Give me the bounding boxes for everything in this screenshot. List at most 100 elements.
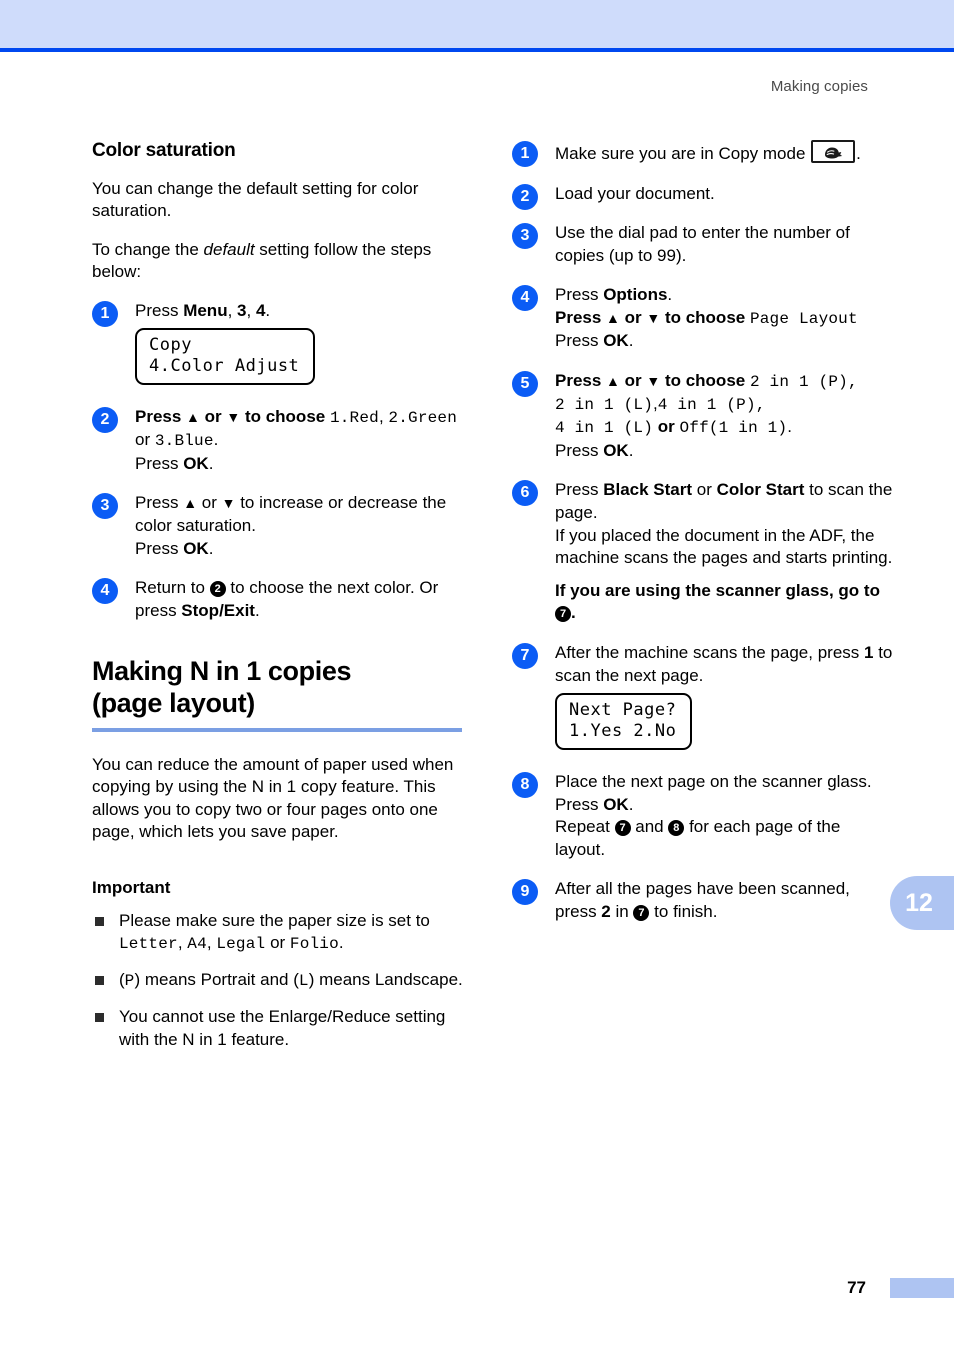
list-item: (P) means Portrait and (L) means Landsca…	[92, 969, 464, 992]
lcd-line-1: Next Page?	[569, 700, 677, 721]
step-line: Press Options.	[555, 284, 894, 307]
list-item: You cannot use the Enlarge/Reduce settin…	[92, 1006, 464, 1051]
step-reference-circle: 7	[555, 606, 571, 623]
lcd-option-red: 1.Red	[329, 409, 379, 428]
chapter-heading-block: Making N in 1 copies (page layout)	[92, 656, 464, 733]
text-fragment: or	[619, 370, 647, 390]
key-label-ok: OK	[603, 440, 629, 460]
up-arrow-icon: ▲	[183, 495, 198, 512]
step-line: If you placed the document in the ADF, t…	[555, 525, 893, 568]
step-badge: 4	[92, 578, 118, 605]
text-fragment: .	[628, 331, 634, 351]
lcd-line-2: 1.Yes 2.No	[569, 720, 677, 741]
down-arrow-icon: ▼	[646, 310, 661, 327]
text-fragment: Press	[135, 493, 184, 513]
text-fragment: ,	[378, 407, 389, 427]
paper-size-legal: Legal	[216, 935, 266, 954]
running-head: Making copies	[770, 78, 868, 95]
step-badge: 3	[92, 493, 118, 520]
text-fragment: Press	[555, 794, 604, 814]
page-number: 77	[847, 1278, 866, 1297]
step-line: or 3.Blue.	[135, 429, 464, 452]
step-right-2: 2 Load your document.	[512, 183, 894, 210]
text-fragment: Please make sure the paper size is set t…	[119, 910, 430, 930]
step-right-8: 8 Place the next page on the scanner gla…	[512, 771, 894, 861]
step-line: Press OK.	[555, 440, 894, 463]
step-reference-circle: 7	[614, 820, 631, 837]
text-fragment: Press	[135, 538, 184, 558]
text-fragment: Press	[135, 453, 184, 473]
key-label-2: 2	[601, 902, 611, 922]
step-line: Press OK.	[555, 794, 894, 817]
step-text: Load your document.	[555, 183, 715, 203]
text-fragment: Press	[555, 285, 604, 305]
lcd-option-4in1-l: 4 in 1 (L)	[555, 419, 654, 438]
key-label-ok: OK	[183, 453, 209, 473]
text-fragment: .	[571, 603, 576, 623]
text-fragment: .	[787, 417, 793, 437]
up-arrow-icon: ▲	[606, 372, 620, 389]
text-fragment: After the machine scans the page, press	[555, 642, 865, 662]
step-text: Press Options. Press ▲ or ▼ to choose Pa…	[555, 284, 894, 352]
page-number-bar	[890, 1278, 954, 1298]
text-fragment: .	[856, 144, 861, 163]
step-right-1: 1 Make sure you are in Copy mode .	[512, 140, 894, 167]
step-line: Repeat 7 and 8 for each page of the layo…	[555, 816, 894, 861]
step-badge: 7	[512, 642, 538, 669]
text-fragment: .	[213, 430, 219, 450]
step-text: Press ▲ or ▼ to increase or decrease the…	[135, 492, 464, 560]
text-fragment: Press	[135, 407, 187, 427]
key-label-menu: Menu	[183, 300, 228, 320]
lcd-line-2: 4.Color Adjust	[149, 355, 300, 376]
up-arrow-icon: ▲	[606, 310, 620, 327]
key-label-ok: OK	[603, 794, 629, 814]
lcd-option-green: 2.Green	[388, 409, 458, 428]
lcd-option-2in1-p: 2 in 1 (P),	[749, 372, 858, 391]
text-fragment: Repeat	[555, 817, 615, 837]
lcd-line-1: Copy	[149, 335, 192, 356]
step-badge: 2	[92, 407, 118, 434]
chapter-heading-line-2: (page layout)	[92, 688, 255, 719]
text-fragment: .	[628, 794, 634, 814]
step-text: After all the pages have been scanned, p…	[555, 878, 894, 923]
lcd-option-off-1in1: Off(1 in 1)	[679, 419, 788, 438]
orientation-code-p: P	[124, 972, 135, 991]
step-left-2: 2 Press ▲ or ▼ to choose 1.Red, 2.Green …	[92, 406, 464, 475]
paper-size-letter: Letter	[119, 935, 178, 954]
step-text: Place the next page on the scanner glass…	[555, 771, 894, 861]
instruction-lead-paragraph: To change the default setting follow the…	[92, 239, 464, 284]
text-fragment: or	[692, 480, 717, 500]
step-line: Press Menu, 3, 4.	[135, 300, 464, 323]
text-fragment: Press	[555, 440, 604, 460]
text-fragment: .	[338, 933, 344, 953]
page-top-band	[0, 0, 954, 48]
step-text: Make sure you are in Copy mode .	[555, 140, 894, 166]
list-item: Please make sure the paper size is set t…	[92, 910, 464, 956]
step-right-9: 9 After all the pages have been scanned,…	[512, 878, 894, 923]
text-fragment: Press	[555, 308, 607, 328]
text-fragment: ,	[246, 300, 256, 320]
step-right-7: 7 After the machine scans the page, pres…	[512, 642, 894, 754]
text-fragment: ,	[177, 933, 188, 953]
step-text: After the machine scans the page, press …	[555, 642, 894, 754]
step-line: Press OK.	[135, 453, 464, 476]
important-bullet-list: Please make sure the paper size is set t…	[92, 910, 464, 1052]
chapter-heading-line-1: Making N in 1 copies	[92, 656, 352, 687]
step-text: Press Black Start or Color Start to scan…	[555, 479, 894, 625]
text-fragment: ) means Portrait and (	[134, 970, 299, 990]
step-badge: 1	[92, 300, 118, 327]
key-label-ok: OK	[183, 538, 209, 558]
text-fragment: Return to	[135, 578, 210, 598]
step-reference-circle: 7	[633, 905, 650, 922]
text-fragment: to choose	[660, 370, 750, 390]
step-line: 2 in 1 (L),4 in 1 (P),	[555, 393, 894, 416]
step-line: 4 in 1 (L) or Off(1 in 1).	[555, 416, 894, 439]
step-text: Return to 2 to choose the next color. Or…	[135, 577, 464, 622]
step-line: Press OK.	[555, 330, 894, 353]
key-label-4: 4	[255, 300, 266, 320]
down-arrow-icon: ▼	[226, 409, 241, 426]
chapter-intro-paragraph: You can reduce the amount of paper used …	[92, 755, 454, 842]
step-badge: 3	[512, 223, 538, 250]
text-fragment: Press	[555, 480, 604, 500]
text-fragment: or	[199, 407, 227, 427]
